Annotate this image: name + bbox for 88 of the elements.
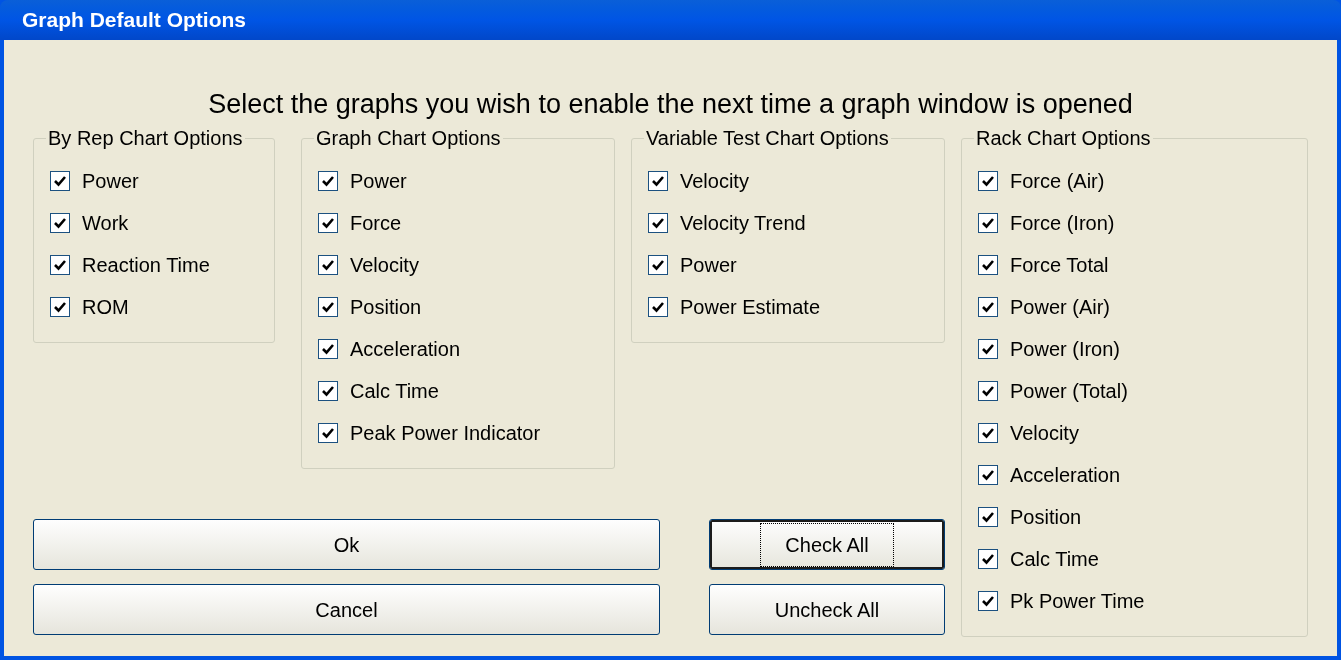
check-icon xyxy=(321,258,335,272)
checkbox[interactable] xyxy=(978,549,998,569)
checkbox-label: Position xyxy=(350,295,422,320)
check-icon xyxy=(981,594,995,608)
checkbox-label: Force (Air) xyxy=(1010,169,1105,194)
check-icon xyxy=(981,258,995,272)
checkbox[interactable] xyxy=(50,255,70,275)
dialog-button[interactable]: Check All xyxy=(709,519,945,570)
check-icon xyxy=(981,468,995,482)
check-icon xyxy=(981,552,995,566)
check-icon xyxy=(53,174,67,188)
check-icon xyxy=(53,258,67,272)
checkbox-label: Power (Total) xyxy=(1010,379,1128,404)
heading: Select the graphs you wish to enable the next time a graph window is opened xyxy=(207,88,1134,121)
check-icon xyxy=(321,216,335,230)
checkbox-label: Velocity xyxy=(350,253,419,278)
checkbox[interactable] xyxy=(318,171,338,191)
checkbox-label: Velocity xyxy=(680,169,749,194)
check-icon xyxy=(651,300,665,314)
checkbox[interactable] xyxy=(648,213,668,233)
checkbox[interactable] xyxy=(318,297,338,317)
checkbox-label: Power Estimate xyxy=(680,295,821,320)
checkbox[interactable] xyxy=(978,255,998,275)
check-icon xyxy=(321,174,335,188)
check-icon xyxy=(321,426,335,440)
checkbox-label: Force Total xyxy=(1010,253,1109,278)
checkbox[interactable] xyxy=(978,465,998,485)
checkbox-label: Acceleration xyxy=(350,337,461,362)
checkbox-label: Force (Iron) xyxy=(1010,211,1115,236)
checkbox[interactable] xyxy=(978,339,998,359)
checkbox[interactable] xyxy=(50,213,70,233)
checkbox[interactable] xyxy=(648,255,668,275)
check-icon xyxy=(981,342,995,356)
group-title: Graph Chart Options xyxy=(315,126,502,150)
checkbox-label: Reaction Time xyxy=(82,253,210,278)
checkbox-label: ROM xyxy=(82,295,129,320)
dialog-button[interactable]: Cancel xyxy=(33,584,660,635)
check-icon xyxy=(981,216,995,230)
checkbox[interactable] xyxy=(978,381,998,401)
checkbox-label: Acceleration xyxy=(1010,463,1121,488)
checkbox[interactable] xyxy=(318,339,338,359)
check-icon xyxy=(981,510,995,524)
check-icon xyxy=(651,258,665,272)
dialog-button[interactable]: Uncheck All xyxy=(709,584,945,635)
checkbox-label: Velocity Trend xyxy=(680,211,806,236)
check-icon xyxy=(981,426,995,440)
check-icon xyxy=(981,174,995,188)
check-icon xyxy=(651,216,665,230)
checkbox-label: Calc Time xyxy=(1010,547,1099,572)
window-title: Graph Default Options xyxy=(22,7,246,34)
checkbox-label: Power xyxy=(350,169,407,194)
checkbox-label: Power xyxy=(82,169,139,194)
check-icon xyxy=(321,300,335,314)
checkbox[interactable] xyxy=(978,591,998,611)
checkbox-label: Calc Time xyxy=(350,379,439,404)
check-icon xyxy=(321,384,335,398)
checkbox-label: Velocity xyxy=(1010,421,1079,446)
group-title: By Rep Chart Options xyxy=(47,126,244,150)
check-icon xyxy=(321,342,335,356)
checkbox-label: Pk Power Time xyxy=(1010,589,1145,614)
checkbox-label: Power xyxy=(680,253,737,278)
checkbox[interactable] xyxy=(648,171,668,191)
check-icon xyxy=(981,300,995,314)
checkbox-label: Work xyxy=(82,211,129,236)
checkbox[interactable] xyxy=(978,423,998,443)
checkbox[interactable] xyxy=(318,423,338,443)
checkbox[interactable] xyxy=(978,213,998,233)
checkbox[interactable] xyxy=(648,297,668,317)
dialog-button[interactable]: Ok xyxy=(33,519,660,570)
group-title: Variable Test Chart Options xyxy=(645,126,890,150)
check-icon xyxy=(53,216,67,230)
checkbox-label: Power (Iron) xyxy=(1010,337,1121,362)
checkbox[interactable] xyxy=(318,255,338,275)
checkbox-label: Position xyxy=(1010,505,1082,530)
group-title: Rack Chart Options xyxy=(975,126,1152,150)
checkbox-label: Peak Power Indicator xyxy=(350,421,541,446)
checkbox[interactable] xyxy=(978,507,998,527)
check-icon xyxy=(981,384,995,398)
checkbox[interactable] xyxy=(978,171,998,191)
checkbox[interactable] xyxy=(978,297,998,317)
check-icon xyxy=(651,174,665,188)
checkbox-label: Force xyxy=(350,211,402,236)
checkbox[interactable] xyxy=(50,297,70,317)
checkbox-label: Power (Air) xyxy=(1010,295,1110,320)
checkbox[interactable] xyxy=(318,213,338,233)
check-icon xyxy=(53,300,67,314)
checkbox[interactable] xyxy=(318,381,338,401)
checkbox[interactable] xyxy=(50,171,70,191)
